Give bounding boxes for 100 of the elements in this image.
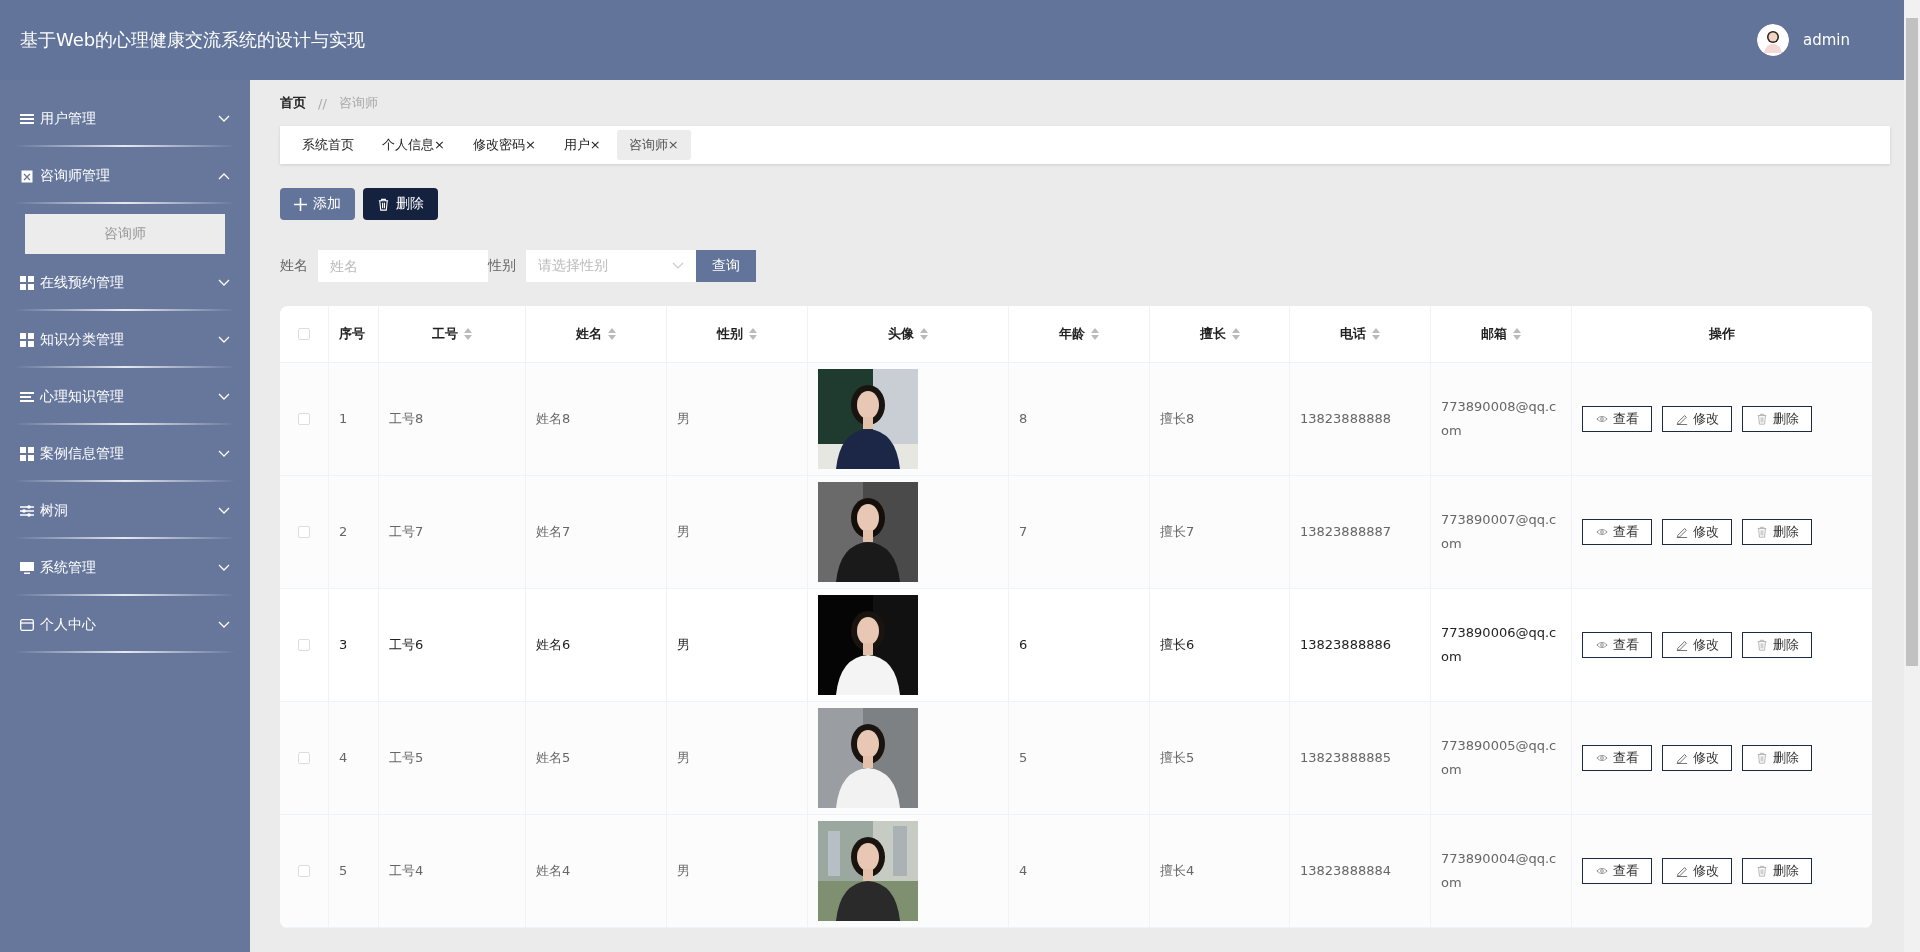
- view-button[interactable]: 查看: [1582, 632, 1652, 658]
- sidebar-item[interactable]: 系统管理: [15, 539, 235, 596]
- column-header: 序号: [339, 325, 365, 343]
- table-cell-text: 工号6: [389, 636, 424, 654]
- sort-icon[interactable]: [920, 328, 928, 340]
- table-cell-text: 13823888886: [1300, 636, 1391, 654]
- sidebar-item[interactable]: 咨询师管理: [15, 147, 235, 204]
- clipboard-icon: [20, 168, 34, 183]
- tab[interactable]: 咨询师×: [616, 130, 691, 160]
- table-cell-text: 5: [339, 862, 348, 880]
- username[interactable]: admin: [1803, 31, 1850, 49]
- view-button[interactable]: 查看: [1582, 406, 1652, 432]
- column-header: 工号: [432, 325, 458, 343]
- sliders-icon: [20, 503, 34, 518]
- grid-icon: [20, 446, 34, 461]
- sort-icon[interactable]: [1513, 328, 1521, 340]
- sort-icon[interactable]: [1231, 328, 1240, 340]
- eye-icon: [1595, 526, 1608, 538]
- sidebar-item[interactable]: 个人中心: [15, 596, 235, 653]
- table-cell-text: 13823888888: [1300, 410, 1391, 428]
- table-cell-text: 4: [1019, 862, 1028, 880]
- delete-button[interactable]: 删除: [1742, 745, 1812, 771]
- table-cell-text: 773890006@qq.com: [1441, 624, 1558, 666]
- view-button[interactable]: 查看: [1582, 745, 1652, 771]
- pencil-icon: [1675, 526, 1688, 538]
- table-cell-text: 工号8: [389, 410, 424, 428]
- pencil-icon: [1675, 413, 1688, 425]
- edit-button[interactable]: 修改: [1662, 406, 1732, 432]
- eye-icon: [1595, 865, 1608, 877]
- table-cell-text: 工号5: [389, 749, 424, 767]
- checkbox[interactable]: [298, 526, 310, 538]
- table-cell-text: 1: [339, 410, 348, 428]
- tab[interactable]: 修改密码×: [460, 130, 548, 160]
- search-button[interactable]: 查询: [696, 250, 756, 282]
- sort-icon[interactable]: [608, 328, 616, 340]
- sidebar-item[interactable]: 案例信息管理: [15, 425, 235, 482]
- column-header: 操作: [1709, 325, 1735, 343]
- edit-button[interactable]: 修改: [1662, 858, 1732, 884]
- pencil-icon: [1675, 639, 1688, 651]
- grid-icon: [20, 275, 34, 290]
- column-header: 性别: [717, 325, 743, 343]
- delete-button[interactable]: 删除: [1742, 519, 1812, 545]
- view-button[interactable]: 查看: [1582, 519, 1652, 545]
- edit-button[interactable]: 修改: [1662, 632, 1732, 658]
- field-label: 性别: [488, 257, 516, 275]
- table-cell-text: 男: [677, 523, 690, 541]
- tab[interactable]: 用户×: [551, 130, 613, 160]
- table-cell-text: 773890007@qq.com: [1441, 511, 1558, 553]
- delete-button[interactable]: 删除: [1742, 858, 1812, 884]
- table-cell-text: 擅长4: [1160, 862, 1195, 880]
- table-cell-text: 男: [677, 636, 690, 654]
- checkbox[interactable]: [298, 328, 310, 340]
- sort-icon[interactable]: [749, 328, 757, 340]
- checkbox[interactable]: [298, 639, 310, 651]
- delete-button[interactable]: 删除: [363, 188, 438, 220]
- table-cell-text: 7: [1019, 523, 1028, 541]
- scrollbar-thumb[interactable]: [1906, 18, 1918, 666]
- edit-button[interactable]: 修改: [1662, 519, 1732, 545]
- chevron-icon: [218, 449, 230, 458]
- scrollbar[interactable]: [1904, 0, 1920, 952]
- table-cell-text: 773890005@qq.com: [1441, 737, 1558, 779]
- grid-icon: [20, 332, 34, 347]
- chevron-icon: [218, 620, 230, 629]
- edit-button[interactable]: 修改: [1662, 745, 1732, 771]
- eye-icon: [1595, 639, 1608, 651]
- chevron-icon: [218, 563, 230, 572]
- field-label: 姓名: [280, 257, 308, 275]
- add-button[interactable]: 添加: [280, 188, 355, 220]
- breadcrumb-item: 咨询师: [338, 94, 378, 112]
- delete-button[interactable]: 删除: [1742, 632, 1812, 658]
- sort-icon[interactable]: [1372, 328, 1380, 340]
- view-button[interactable]: 查看: [1582, 858, 1652, 884]
- tab[interactable]: 系统首页: [290, 130, 366, 160]
- tab[interactable]: 个人信息×: [370, 130, 457, 160]
- column-header: 头像: [888, 325, 914, 343]
- table-cell-text: 姓名7: [536, 523, 571, 541]
- breadcrumb-item[interactable]: 首页: [280, 94, 306, 112]
- delete-button[interactable]: 删除: [1742, 406, 1812, 432]
- avatar[interactable]: [1757, 24, 1789, 56]
- checkbox[interactable]: [298, 865, 310, 877]
- sidebar-item[interactable]: 在线预约管理: [15, 254, 235, 311]
- sidebar-item[interactable]: 心理知识管理: [15, 368, 235, 425]
- table-cell-text: 姓名4: [536, 862, 571, 880]
- sort-icon[interactable]: [464, 328, 472, 340]
- sidebar-item[interactable]: 用户管理: [15, 90, 235, 147]
- checkbox[interactable]: [298, 413, 310, 425]
- name-input[interactable]: 姓名: [318, 250, 488, 282]
- plus-icon: [294, 197, 307, 211]
- sidebar-item[interactable]: 知识分类管理: [15, 311, 235, 368]
- chevron-icon: [218, 278, 230, 287]
- trash-icon: [1755, 526, 1768, 538]
- sort-icon[interactable]: [1091, 328, 1099, 340]
- table-cell-text: 773890004@qq.com: [1441, 850, 1558, 892]
- chevron-icon: [218, 171, 230, 180]
- list-icon: [20, 111, 34, 126]
- checkbox[interactable]: [298, 752, 310, 764]
- breadcrumb-separator: //: [318, 95, 327, 111]
- trash-icon: [1755, 752, 1768, 764]
- table-cell-text: 擅长7: [1160, 523, 1195, 541]
- sidebar-item[interactable]: 树洞: [15, 482, 235, 539]
